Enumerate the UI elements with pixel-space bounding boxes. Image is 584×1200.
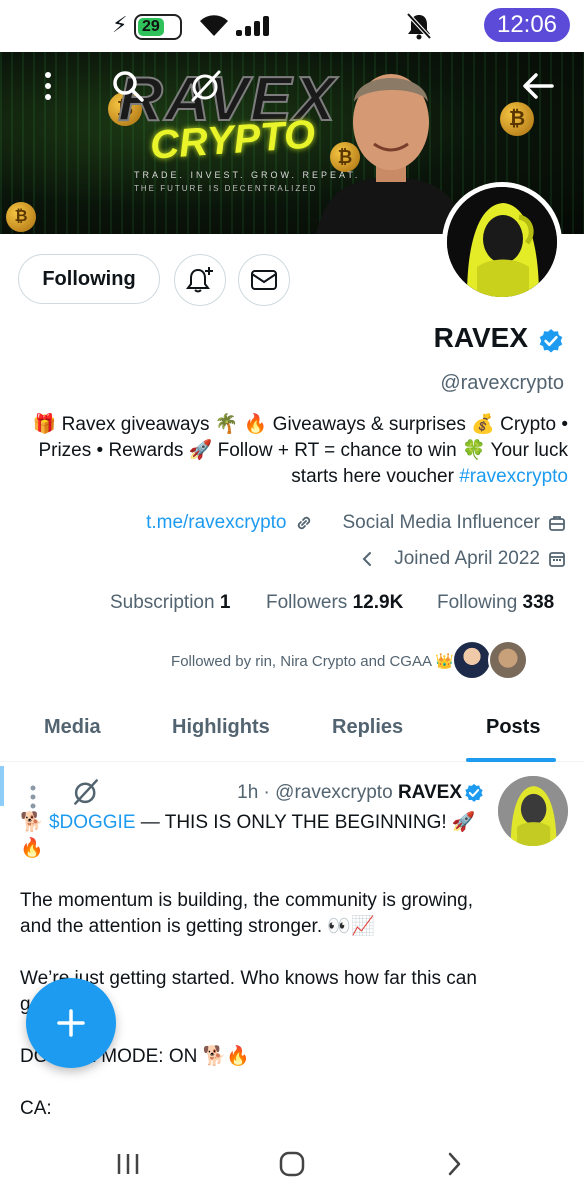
profile-joined-row: Joined April 2022 <box>360 548 566 570</box>
bio-hashtag-link[interactable]: #ravexcrypto <box>459 466 568 487</box>
profile-joined-date: Joined April 2022 <box>394 548 540 569</box>
followers-stat[interactable]: Followers 12.9K <box>266 592 403 614</box>
post-thread-indicator <box>0 766 4 806</box>
briefcase-icon <box>549 516 565 531</box>
compose-post-button[interactable] <box>26 978 116 1068</box>
more-options-button[interactable] <box>28 66 68 106</box>
bell-plus-icon <box>186 267 213 293</box>
clock: 12:06 <box>484 8 570 42</box>
status-bar: ⚡ 29 12:06 <box>0 0 584 50</box>
post-text-prefix: 🐕 <box>20 812 49 833</box>
tab-highlights[interactable]: Highlights <box>172 716 270 739</box>
tab-media[interactable]: Media <box>44 716 101 739</box>
post-handle[interactable]: @ravexcrypto <box>275 782 393 803</box>
charging-icon: ⚡ <box>112 12 128 37</box>
message-button[interactable] <box>238 254 290 306</box>
profile-avatar[interactable] <box>442 182 562 302</box>
hooded-figure-avatar-image <box>498 776 568 846</box>
battery-level: 29 <box>138 18 164 36</box>
wifi-icon <box>198 12 230 43</box>
calendar-icon <box>549 552 565 567</box>
plus-icon <box>57 1009 85 1037</box>
back-button[interactable] <box>434 1144 474 1184</box>
recent-apps-button[interactable] <box>108 1144 148 1184</box>
envelope-icon <box>251 270 277 290</box>
follower-avatar[interactable] <box>488 640 528 680</box>
notifications-button[interactable] <box>174 254 226 306</box>
link-icon <box>297 516 310 530</box>
verified-badge-icon <box>465 783 483 802</box>
post-time: 1h <box>237 782 259 803</box>
hooded-figure-avatar-image <box>447 187 557 297</box>
banner-tagline-secondary: THE FUTURE IS DECENTRALIZED <box>134 184 318 193</box>
search-button[interactable] <box>108 66 148 106</box>
profile-website-link[interactable]: t.me/ravexcrypto <box>146 512 286 534</box>
post-author-avatar[interactable] <box>498 776 568 846</box>
profile-meta-links: t.me/ravexcrypto Social Media Influencer <box>146 512 566 534</box>
chevron-left-icon[interactable] <box>360 550 374 568</box>
following-stat[interactable]: Following 338 <box>437 592 554 614</box>
bitcoin-coin-icon: ₿ <box>6 202 36 232</box>
battery-icon: 29 <box>134 14 182 40</box>
profile-handle: @ravexcrypto <box>440 372 564 394</box>
system-navigation-bar <box>0 1130 584 1200</box>
profile-name: RAVEX <box>433 322 528 353</box>
profile-tabs: Media Highlights Replies Posts <box>0 700 584 762</box>
post-text[interactable]: 🐕 $DOGGIE — THIS IS ONLY THE BEGINNING! … <box>20 810 490 1122</box>
grok-icon[interactable] <box>72 778 100 811</box>
back-arrow-button[interactable] <box>518 66 558 106</box>
profile-category: Social Media Influencer <box>342 512 541 533</box>
active-tab-indicator <box>466 758 556 762</box>
subscription-stat[interactable]: Subscription 1 <box>110 592 230 614</box>
verified-badge-icon[interactable] <box>538 328 564 354</box>
tab-posts[interactable]: Posts <box>486 716 540 739</box>
following-button[interactable]: Following <box>18 254 160 304</box>
grok-button[interactable] <box>186 66 226 106</box>
followed-by-text[interactable]: Followed by rin, Nira Crypto and CGAA 👑 <box>171 652 454 670</box>
follower-avatar[interactable] <box>452 640 492 680</box>
bitcoin-coin-icon: ₿ <box>500 102 534 136</box>
post-cashtag-link[interactable]: $DOGGIE <box>49 812 136 833</box>
profile-bio: 🎁 Ravex giveaways 🌴 🔥 Giveaways & surpri… <box>16 412 568 490</box>
signal-icon <box>236 14 276 43</box>
mute-icon <box>406 12 432 45</box>
post-author[interactable]: RAVEX <box>398 782 462 803</box>
banner-person-photo <box>316 74 466 234</box>
post-header: 1h · @ravexcrypto RAVEX <box>237 782 462 803</box>
home-button[interactable] <box>272 1144 312 1184</box>
tab-replies[interactable]: Replies <box>332 716 403 739</box>
